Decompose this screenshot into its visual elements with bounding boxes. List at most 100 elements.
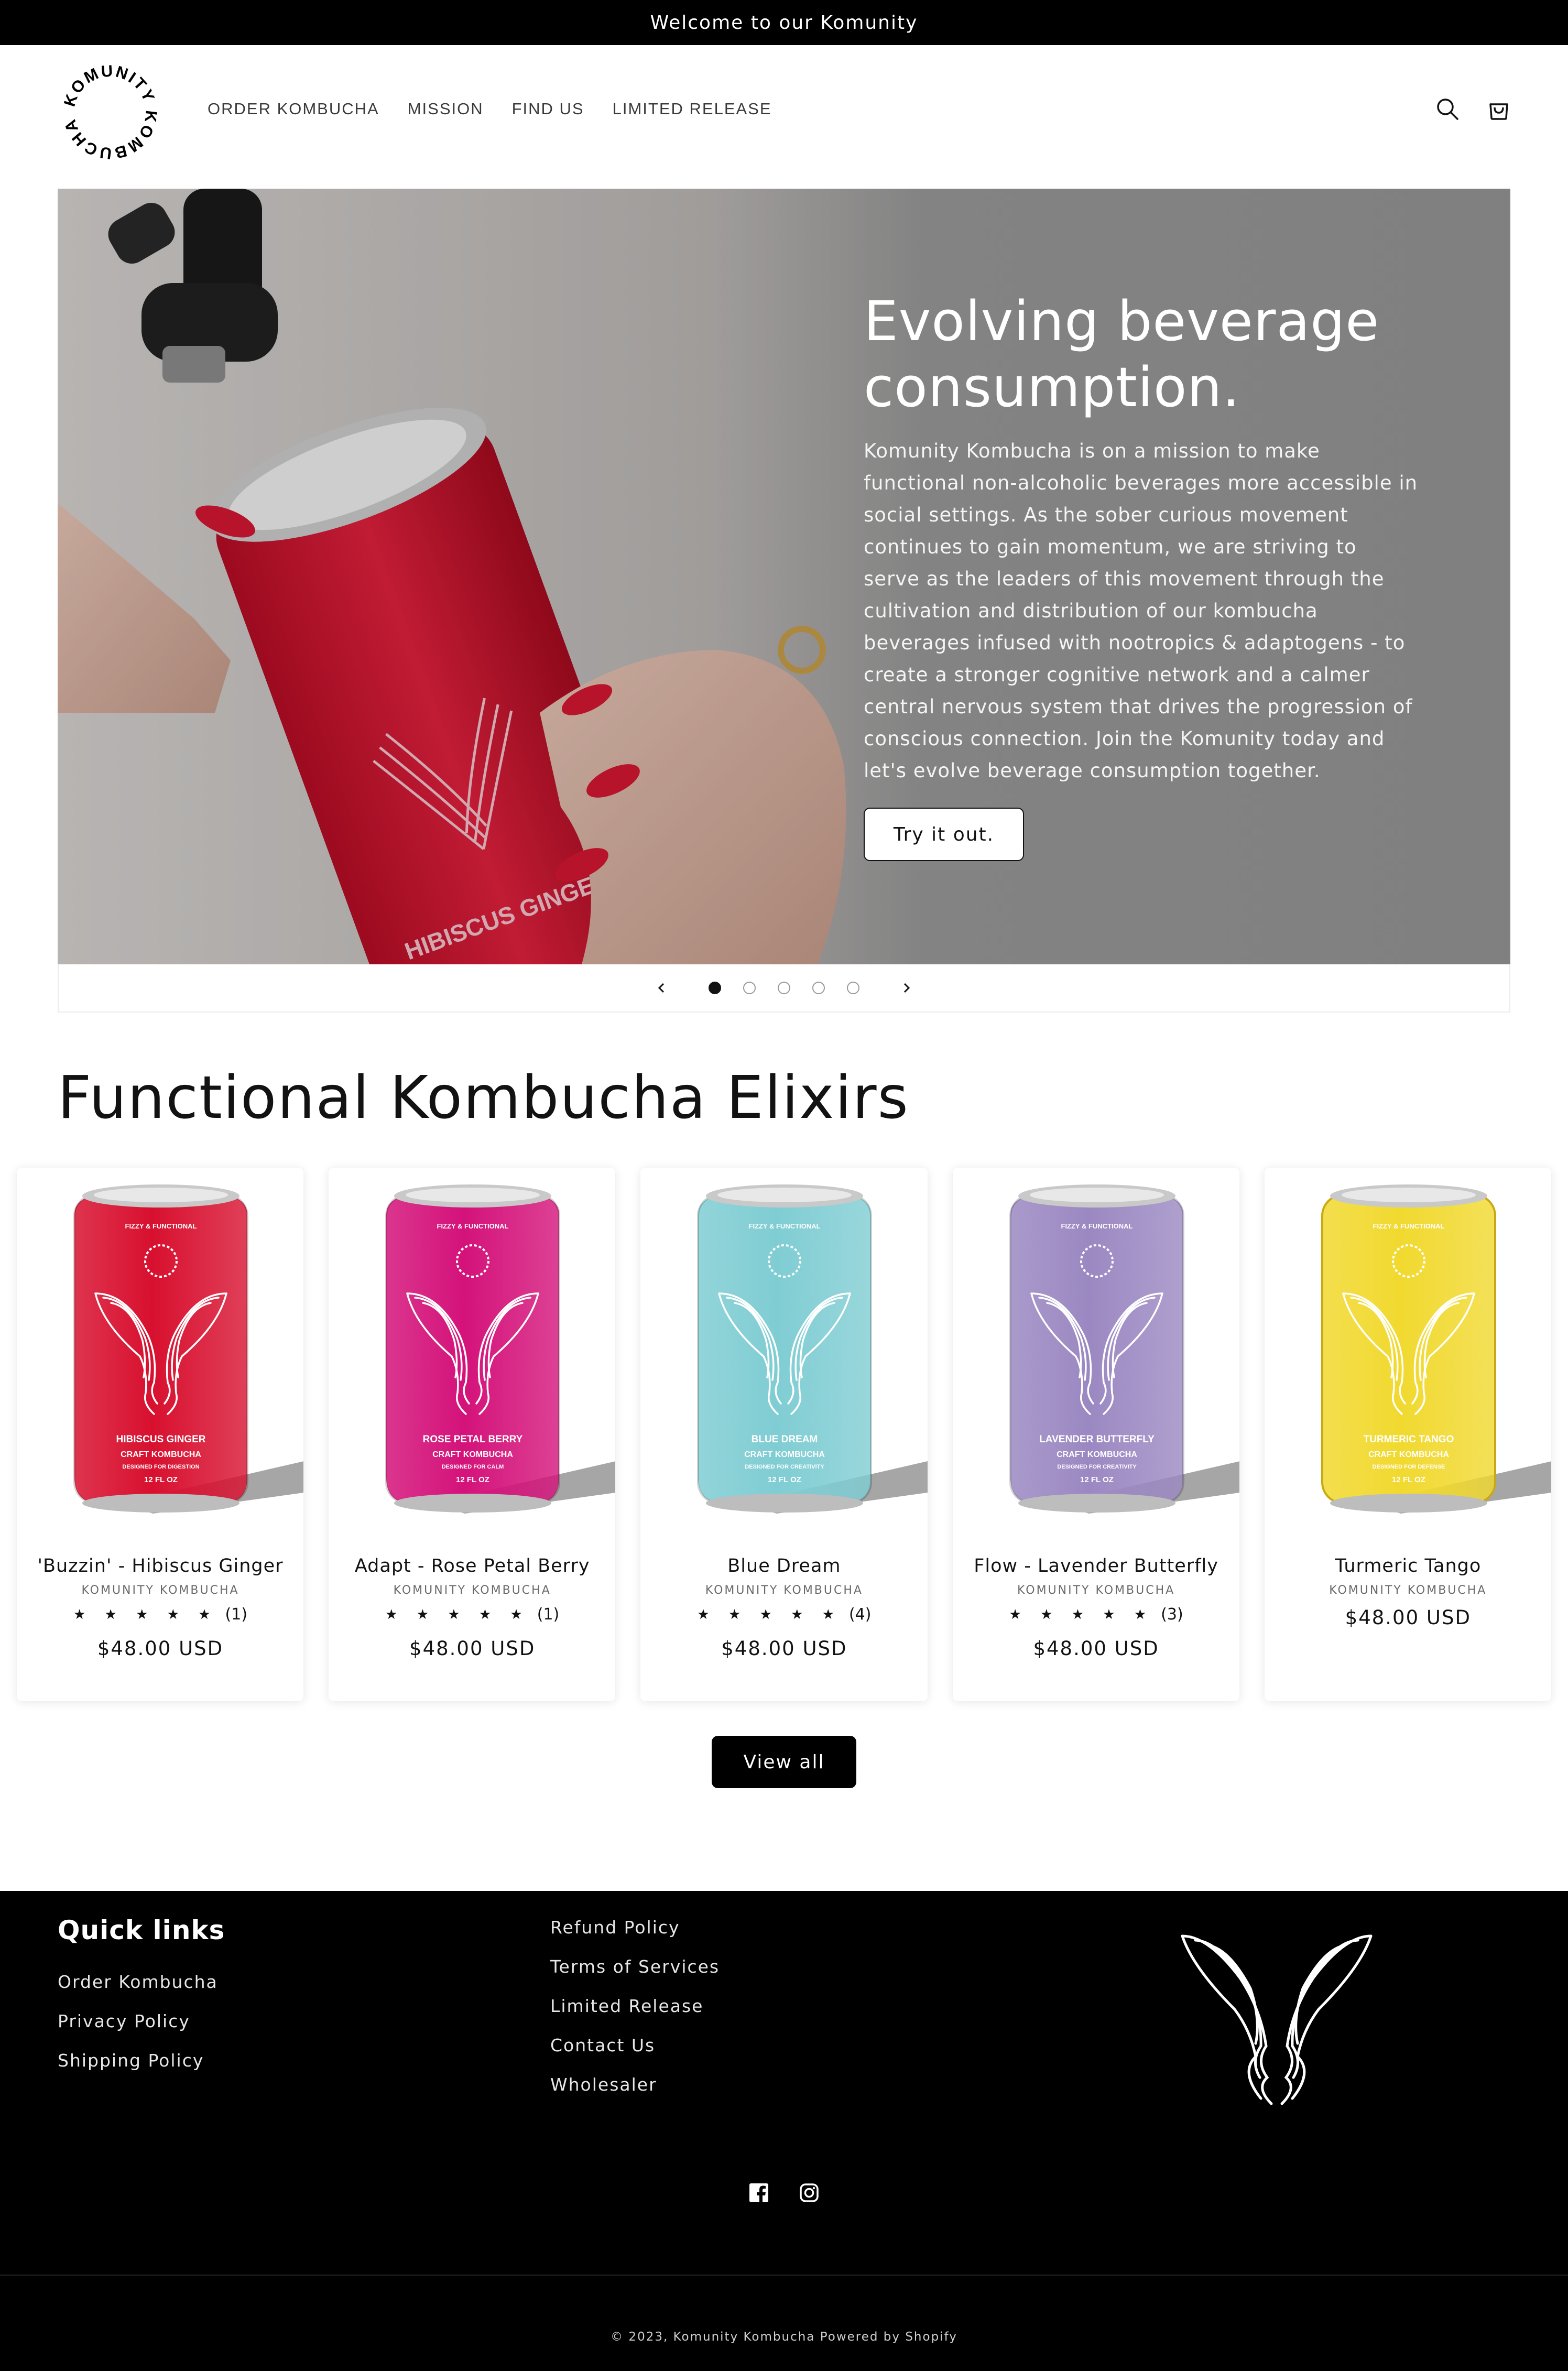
slide-dots <box>709 982 859 994</box>
rating-stars: ★ ★ ★ ★ ★ <box>385 1606 530 1623</box>
product-price: $48.00 USD <box>409 1637 536 1660</box>
footer-links-column-2: Refund Policy Terms of Services Limited … <box>550 1918 720 2094</box>
footer-link-contact-us[interactable]: Contact Us <box>550 2036 720 2054</box>
product-image: FIZZY & FUNCTIONAL TURMERIC TANGO CRAFT KO… <box>1321 1184 1552 1514</box>
cart-icon[interactable] <box>1483 93 1515 125</box>
svg-text:KOMUNITY KOMBUCHA: KOMUNITY KOMBUCHA <box>60 61 161 162</box>
slide-dot-5[interactable] <box>847 982 859 994</box>
slide-dot-1[interactable] <box>709 982 721 994</box>
product-name[interactable]: Flow - Lavender Butterfly <box>953 1556 1239 1576</box>
announcement-bar: Welcome to our Komunity <box>0 0 1568 45</box>
nav-order-kombucha[interactable]: ORDER KOMBUCHA <box>208 100 379 118</box>
logo-mark: KOMUNITY KOMBUCHA <box>60 61 161 162</box>
hero-slideshow: HIBISCUS GINGER Evolving beverage consum… <box>58 189 1510 964</box>
can-subtitle-text: CRAFT KOMBUCHA <box>1368 1450 1449 1459</box>
can-flavor-text: BLUE DREAM <box>752 1434 818 1445</box>
product-card[interactable]: FIZZY & FUNCTIONAL BLUE DREAM CRAFT KOMBUC… <box>640 1168 928 1701</box>
product-info: Adapt - Rose Petal Berry KOMUNITY KOMBUCH… <box>329 1556 615 1660</box>
product-card[interactable]: FIZZY & FUNCTIONAL TURMERIC TANGO CRAFT KO… <box>1264 1168 1552 1701</box>
can-tagline-text: DESIGNED FOR CALM <box>442 1464 504 1470</box>
hero-title: Evolving beverage consumption. <box>864 289 1380 419</box>
product-vendor: KOMUNITY KOMBUCHA <box>1017 1584 1175 1597</box>
product-info: Turmeric Tango KOMUNITY KOMBUCHA $48.00 US… <box>1265 1556 1551 1629</box>
product-name[interactable]: Turmeric Tango <box>1265 1556 1551 1576</box>
slide-dot-4[interactable] <box>812 982 825 994</box>
view-all-button[interactable]: View all <box>712 1736 856 1788</box>
can-tagline-text: DESIGNED FOR DIGESTION <box>122 1464 199 1470</box>
can-top-text: FIZZY & FUNCTIONAL <box>437 1222 509 1230</box>
product-price: $48.00 USD <box>97 1637 224 1660</box>
can-subtitle-text: CRAFT KOMBUCHA <box>432 1450 513 1459</box>
product-rating: ★ ★ ★ ★ ★ (1) <box>329 1605 615 1624</box>
nav-limited-release[interactable]: LIMITED RELEASE <box>613 100 772 118</box>
collection-title: Functional Kombucha Elixirs <box>58 1064 909 1132</box>
logo[interactable]: KOMUNITY KOMBUCHA <box>58 60 162 165</box>
rating-stars: ★ ★ ★ ★ ★ <box>1009 1606 1154 1623</box>
nav-find-us[interactable]: FIND US <box>512 100 584 118</box>
can-top-text: FIZZY & FUNCTIONAL <box>1373 1222 1444 1230</box>
product-price: $48.00 USD <box>1345 1606 1471 1629</box>
product-vendor: KOMUNITY KOMBUCHA <box>705 1584 863 1597</box>
product-grid: FIZZY & FUNCTIONAL HIBISCUS GINGER CRAFT K… <box>17 1168 1552 1701</box>
slideshow-controls <box>58 964 1510 1013</box>
logo-text: KOMUNITY KOMBUCHA <box>60 61 159 162</box>
product-image: FIZZY & FUNCTIONAL LAVENDER BUTTERFLY CRAF… <box>1009 1184 1239 1514</box>
site-footer: Quick links Order Kombucha Privacy Polic… <box>0 1891 1568 2371</box>
product-price: $48.00 USD <box>1033 1637 1159 1660</box>
can-flavor-text: HIBISCUS GINGER <box>116 1434 205 1445</box>
can-top-text: FIZZY & FUNCTIONAL <box>1061 1222 1133 1230</box>
product-name[interactable]: 'Buzzin' - Hibiscus Ginger <box>17 1556 303 1576</box>
can-flavor-text: TURMERIC TANGO <box>1363 1434 1454 1445</box>
search-icon[interactable] <box>1432 93 1463 125</box>
can-subtitle-text: CRAFT KOMBUCHA <box>745 1450 825 1459</box>
footer-link-shipping-policy[interactable]: Shipping Policy <box>58 2051 218 2070</box>
can-tagline-text: DESIGNED FOR CREATIVITY <box>745 1464 825 1470</box>
footer-link-privacy-policy[interactable]: Privacy Policy <box>58 2012 218 2030</box>
product-rating: ★ ★ ★ ★ ★ (1) <box>17 1605 303 1624</box>
product-card[interactable]: FIZZY & FUNCTIONAL ROSE PETAL BERRY CRAFT … <box>329 1168 616 1701</box>
footer-link-wholesaler[interactable]: Wholesaler <box>550 2075 720 2094</box>
product-vendor: KOMUNITY KOMBUCHA <box>1329 1584 1487 1597</box>
try-it-out-button[interactable]: Try it out. <box>864 808 1024 861</box>
copyright-text: © 2023, Komunity Kombucha Powered by Sho… <box>611 2330 957 2344</box>
can-tagline-text: DESIGNED FOR DEFENSE <box>1372 1464 1445 1470</box>
announcement-text: Welcome to our Komunity <box>650 12 918 34</box>
product-rating: ★ ★ ★ ★ ★ (4) <box>640 1605 927 1624</box>
can-flavor-text: LAVENDER BUTTERFLY <box>1039 1434 1155 1445</box>
slide-dot-2[interactable] <box>743 982 756 994</box>
next-slide-button[interactable] <box>891 972 922 1004</box>
can-subtitle-text: CRAFT KOMBUCHA <box>1057 1450 1137 1459</box>
product-info: 'Buzzin' - Hibiscus Ginger KOMUNITY KOMBU… <box>17 1556 303 1660</box>
review-count: (1) <box>225 1605 248 1624</box>
facebook-icon[interactable] <box>743 2177 775 2209</box>
footer-link-order-kombucha[interactable]: Order Kombucha <box>58 1973 218 1991</box>
product-image: FIZZY & FUNCTIONAL BLUE DREAM CRAFT KOMBUC… <box>697 1184 928 1514</box>
footer-link-terms[interactable]: Terms of Services <box>550 1957 720 1976</box>
hero-description: Komunity Kombucha is on a mission to mak… <box>864 440 1418 782</box>
previous-slide-button[interactable] <box>646 972 677 1004</box>
product-image: FIZZY & FUNCTIONAL HIBISCUS GINGER CRAFT K… <box>73 1184 304 1514</box>
product-card[interactable]: FIZZY & FUNCTIONAL LAVENDER BUTTERFLY CRAF… <box>952 1168 1239 1701</box>
instagram-icon[interactable] <box>793 2177 825 2209</box>
chevron-right-icon <box>903 983 910 993</box>
can-size-text: 12 FL OZ <box>768 1475 801 1484</box>
site-header: KOMUNITY KOMBUCHA ORDER KOMBUCHA MISSION… <box>0 45 1568 173</box>
product-name[interactable]: Adapt - Rose Petal Berry <box>329 1556 615 1576</box>
slide-dot-3[interactable] <box>778 982 790 994</box>
can-size-text: 12 FL OZ <box>1392 1475 1425 1484</box>
can-flavor-text: ROSE PETAL BERRY <box>423 1434 523 1445</box>
review-count: (3) <box>1161 1605 1183 1624</box>
product-vendor: KOMUNITY KOMBUCHA <box>81 1584 239 1597</box>
nav-mission[interactable]: MISSION <box>408 100 484 118</box>
can-tagline-text: DESIGNED FOR CREATIVITY <box>1057 1464 1137 1470</box>
quick-links-title: Quick links <box>58 1915 225 1945</box>
rating-stars: ★ ★ ★ ★ ★ <box>697 1606 842 1623</box>
footer-link-limited-release[interactable]: Limited Release <box>550 1997 720 2015</box>
chevron-left-icon <box>658 983 665 993</box>
review-count: (4) <box>848 1605 872 1624</box>
product-info: Flow - Lavender Butterfly KOMUNITY KOMBUC… <box>953 1556 1239 1660</box>
product-card[interactable]: FIZZY & FUNCTIONAL HIBISCUS GINGER CRAFT K… <box>17 1168 304 1701</box>
product-name[interactable]: Blue Dream <box>640 1556 927 1576</box>
footer-link-refund-policy[interactable]: Refund Policy <box>550 1918 720 1937</box>
can-size-text: 12 FL OZ <box>144 1475 178 1484</box>
